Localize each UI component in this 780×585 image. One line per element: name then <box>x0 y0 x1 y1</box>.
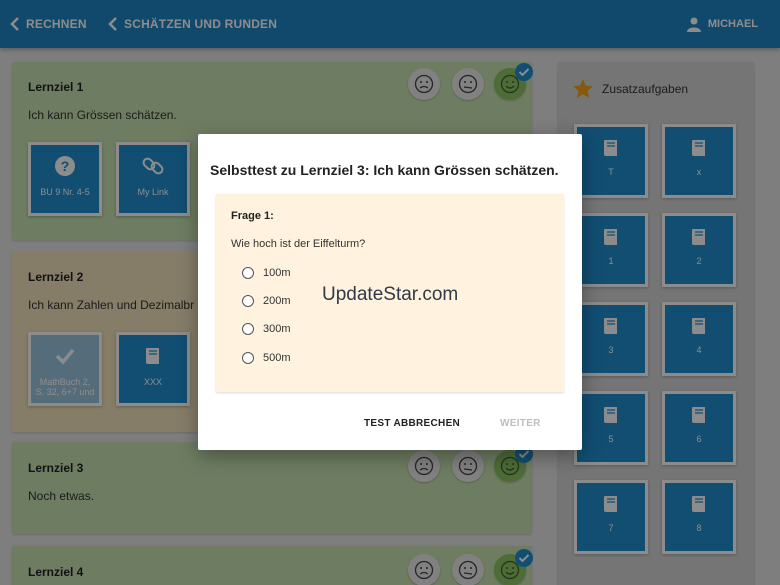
option-label: 300m <box>263 323 291 335</box>
option-label: 200m <box>263 295 291 307</box>
answer-option[interactable]: 100m <box>242 267 291 279</box>
answer-option[interactable]: 500m <box>242 352 291 364</box>
answer-option[interactable]: 200m <box>242 295 291 307</box>
question-card: Frage 1: Wie hoch ist der Eiffelturm? 10… <box>216 194 564 392</box>
self-test-dialog: Selbsttest zu Lernziel 3: Ich kann Gröss… <box>198 134 582 450</box>
question-text: Wie hoch ist der Eiffelturm? <box>231 238 366 250</box>
question-number: Frage 1: <box>231 210 274 222</box>
radio-button[interactable] <box>242 295 254 307</box>
option-label: 500m <box>263 352 291 364</box>
option-label: 100m <box>263 267 291 279</box>
radio-button[interactable] <box>242 352 254 364</box>
cancel-test-button[interactable]: TEST ABBRECHEN <box>364 418 460 429</box>
next-button[interactable]: WEITER <box>500 418 541 429</box>
radio-button[interactable] <box>242 323 254 335</box>
radio-button[interactable] <box>242 267 254 279</box>
dialog-title: Selbsttest zu Lernziel 3: Ich kann Gröss… <box>210 162 559 178</box>
answer-option[interactable]: 300m <box>242 323 291 335</box>
watermark: UpdateStar.com <box>322 284 459 305</box>
